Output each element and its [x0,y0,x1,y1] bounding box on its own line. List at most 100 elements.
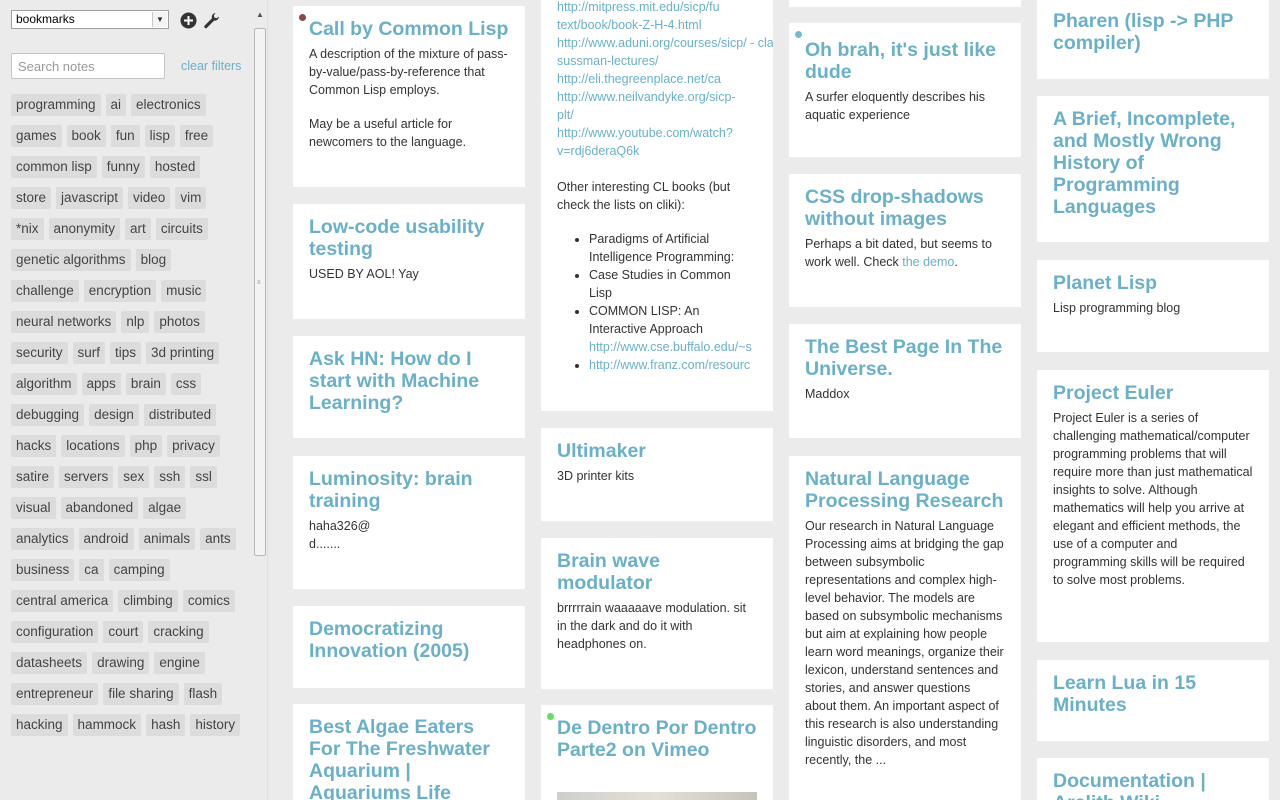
sidebar-scrollbar[interactable]: ▲ ≡ [253,8,267,800]
note-title[interactable]: Luminosity: brain training [309,468,509,512]
note-title[interactable]: Pharen (lisp -> PHP compiler) [1053,10,1253,54]
search-input[interactable] [11,53,165,79]
note-link[interactable]: http://eli.thegreenplace.net/ca [557,70,757,88]
tag-button[interactable]: hammock [72,714,142,736]
tag-button[interactable]: video [128,187,171,209]
note-card[interactable]: Low-code usability testing USED BY AOL! … [293,204,525,319]
tag-button[interactable]: cracking [148,621,209,643]
note-card[interactable]: CSS drop-shadows without images Perhaps … [789,174,1021,307]
tag-button[interactable]: privacy [167,435,220,457]
note-title[interactable]: A Brief, Incomplete, and Mostly Wrong Hi… [1053,108,1253,218]
tag-button[interactable]: drawing [92,652,150,674]
tag-button[interactable]: vim [175,187,207,209]
tag-button[interactable]: analytics [11,528,74,550]
note-link[interactable]: v=rdj6deraQ6k [557,142,757,160]
note-title[interactable]: Learn Lua in 15 Minutes [1053,672,1253,716]
note-card[interactable]: De Dentro Por Dentro Parte2 on Vimeo [541,705,773,800]
tag-button[interactable]: android [78,528,134,550]
tag-button[interactable]: php [129,435,163,457]
tag-button[interactable]: datasheets [11,652,88,674]
tag-button[interactable]: hacking [11,714,68,736]
tag-button[interactable]: games [11,125,62,147]
tag-button[interactable]: court [103,621,144,643]
tag-button[interactable]: visual [11,497,56,519]
note-title[interactable]: The Best Page In The Universe. [805,336,1005,380]
tag-button[interactable]: algorithm [11,373,77,395]
tag-button[interactable]: funny [101,156,145,178]
tag-button[interactable]: nlp [121,311,150,333]
note-link[interactable]: http://www.aduni.org/courses/sicp/ - cla… [557,34,773,52]
note-link[interactable]: http://www.cse.buffalo.edu/~s [589,338,757,356]
notebook-select[interactable]: bookmarks ▼ [11,10,169,29]
tag-button[interactable]: design [89,404,139,426]
scroll-up-arrow-icon[interactable]: ▲ [254,8,266,22]
note-title[interactable]: De Dentro Por Dentro Parte2 on Vimeo [557,717,757,761]
tag-button[interactable]: neural networks [11,311,117,333]
tag-button[interactable]: abandoned [60,497,139,519]
tag-button[interactable]: entrepreneur [11,683,99,705]
tag-button[interactable]: 3d printing [146,342,220,364]
tag-button[interactable]: ssl [190,466,217,488]
tag-button[interactable]: electronics [131,94,206,116]
note-title[interactable]: Project Euler [1053,382,1253,404]
note-card[interactable]: http://mitpress.mit.edu/sicp/fu text/boo… [541,0,773,411]
tag-button[interactable]: algae [143,497,187,519]
tag-button[interactable]: art [125,218,151,240]
tag-button[interactable]: javascript [56,187,124,209]
tag-button[interactable]: genetic algorithms [11,249,131,271]
tag-button[interactable]: free [179,125,214,147]
note-card[interactable] [789,0,1021,7]
note-link[interactable]: http://www.neilvandyke.org/sicp- [557,88,757,106]
tag-button[interactable]: encryption [83,280,157,302]
tag-button[interactable]: photos [154,311,205,333]
tag-button[interactable]: debugging [11,404,85,426]
note-title[interactable]: Ask HN: How do I start with Machine Lear… [309,348,509,414]
tag-button[interactable]: brain [125,373,166,395]
note-title[interactable]: Documentation | Arelith Wiki [1053,770,1253,800]
tag-button[interactable]: climbing [118,590,178,612]
tag-button[interactable]: blog [135,249,172,271]
note-link[interactable]: http://www.youtube.com/watch? [557,124,757,142]
note-card[interactable]: Democratizing Innovation (2005) [293,606,525,688]
tag-button[interactable]: *nix [11,218,44,240]
note-card[interactable]: Pharen (lisp -> PHP compiler) [1037,0,1269,79]
tag-button[interactable]: ai [105,94,127,116]
tag-button[interactable]: css [170,373,202,395]
note-title[interactable]: Brain wave modulator [557,550,757,594]
tag-button[interactable]: tips [110,342,142,364]
note-card[interactable]: Ask HN: How do I start with Machine Lear… [293,336,525,438]
tag-button[interactable]: hash [146,714,186,736]
tag-button[interactable]: apps [81,373,121,395]
tag-button[interactable]: ssh [154,466,186,488]
note-card[interactable]: Best Algae Eaters For The Freshwater Aqu… [293,704,525,800]
tag-button[interactable]: hacks [11,435,57,457]
note-card[interactable]: Call by Common Lisp A description of the… [293,6,525,187]
tag-button[interactable]: common lisp [11,156,97,178]
tag-button[interactable]: book [66,125,106,147]
tag-button[interactable]: animals [138,528,196,550]
tag-button[interactable]: history [190,714,241,736]
note-title[interactable]: Call by Common Lisp [309,18,509,40]
note-card[interactable]: Brain wave modulator brrrrrain waaaaave … [541,538,773,689]
tag-button[interactable]: security [11,342,68,364]
tag-button[interactable]: surf [72,342,106,364]
wrench-icon[interactable] [203,12,220,29]
note-link[interactable]: http://www.franz.com/resourc [589,356,757,374]
note-title[interactable]: Ultimaker [557,440,757,462]
tag-button[interactable]: distributed [143,404,217,426]
tag-button[interactable]: engine [154,652,205,674]
tag-button[interactable]: satire [11,466,55,488]
clear-filters-link[interactable]: clear filters [181,59,241,73]
tag-button[interactable]: challenge [11,280,79,302]
note-card[interactable]: Natural Language Processing Research Our… [789,456,1021,800]
demo-link[interactable]: the demo [902,255,954,269]
note-card[interactable]: Luminosity: brain training haha326@ d...… [293,456,525,589]
note-title[interactable]: Best Algae Eaters For The Freshwater Aqu… [309,716,509,800]
note-card[interactable]: Planet Lisp Lisp programming blog [1037,260,1269,352]
note-title[interactable]: Natural Language Processing Research [805,468,1005,512]
tag-button[interactable]: ca [79,559,104,581]
tag-button[interactable]: comics [182,590,235,612]
tag-button[interactable]: store [11,187,52,209]
tag-button[interactable]: business [11,559,75,581]
note-title[interactable]: Planet Lisp [1053,272,1253,294]
